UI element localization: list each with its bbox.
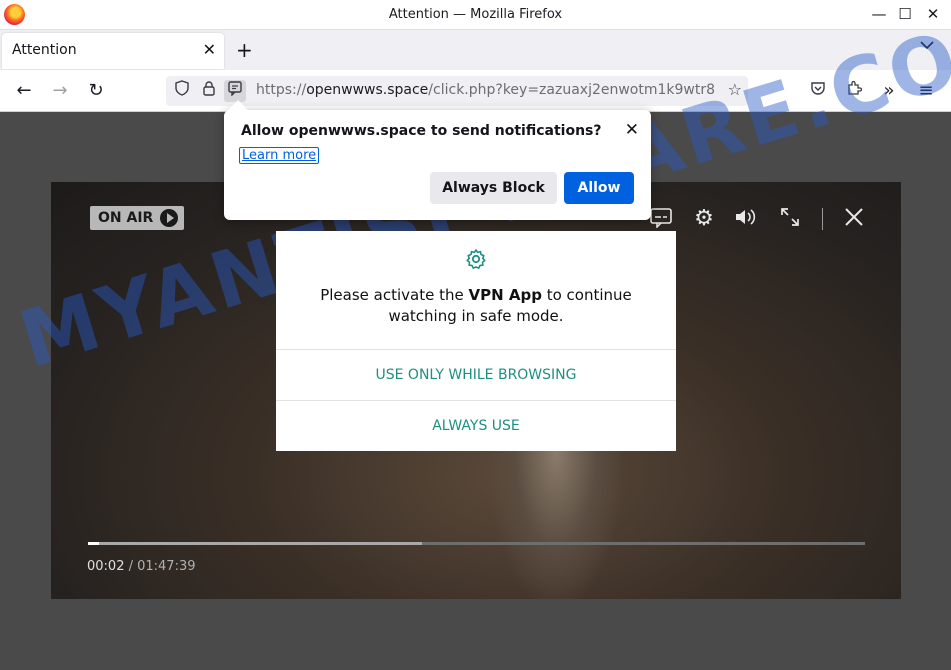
volume-icon[interactable] xyxy=(731,206,761,234)
close-video-icon[interactable] xyxy=(839,206,869,234)
notification-permission-icon[interactable] xyxy=(224,80,246,102)
modal-message-part1: Please activate the xyxy=(320,286,469,304)
modal-message-bold: VPN App xyxy=(468,286,542,304)
lock-icon[interactable] xyxy=(198,80,220,102)
new-tab-button[interactable]: + xyxy=(236,38,253,62)
bookmark-star-icon[interactable]: ☆ xyxy=(728,80,742,99)
url-host: openwwws.space xyxy=(306,82,429,98)
gear-icon xyxy=(464,247,488,271)
settings-gear-icon[interactable]: ⚙ xyxy=(689,206,719,231)
vpn-app-modal: Please activate the VPN App to continue … xyxy=(276,231,676,451)
url-prefix: https:// xyxy=(256,82,307,98)
total-time: / 01:47:39 xyxy=(124,559,196,574)
close-window-button[interactable]: ✕ xyxy=(920,2,946,26)
modal-divider xyxy=(276,349,676,350)
window-title: Attention — Mozilla Firefox xyxy=(388,7,563,22)
tab-list-chevron-icon[interactable] xyxy=(920,38,934,54)
notification-prompt-title: Allow openwwws.space to send notificatio… xyxy=(241,123,602,139)
extensions-icon[interactable] xyxy=(842,79,866,103)
maximize-button[interactable]: ☐ xyxy=(892,2,918,26)
use-only-while-browsing-button[interactable]: USE ONLY WHILE BROWSING xyxy=(276,367,676,383)
forward-button[interactable]: → xyxy=(48,79,72,103)
close-icon[interactable]: ✕ xyxy=(625,120,639,140)
url-text[interactable]: https://openwwws.space/click.php?key=zaz… xyxy=(256,82,716,98)
tab-attention[interactable]: Attention ✕ xyxy=(2,33,224,69)
on-air-badge: ON AIR xyxy=(90,206,184,230)
time-display: 00:02 / 01:47:39 xyxy=(87,559,196,574)
url-path: /click.php?key=zazuaxj2enwotm1k9wtr8 xyxy=(428,82,716,98)
progress-played xyxy=(88,542,99,545)
tab-strip: Attention ✕ xyxy=(0,30,951,70)
navigation-toolbar: ← → ↻ https://openwwws.space/click.php?k… xyxy=(0,70,951,112)
overflow-icon[interactable]: » xyxy=(877,79,901,103)
video-progress-bar[interactable] xyxy=(88,542,865,545)
controls-separator xyxy=(822,208,823,230)
progress-buffered xyxy=(88,542,423,545)
window-titlebar: Attention — Mozilla Firefox — ☐ ✕ xyxy=(0,0,951,30)
always-use-button[interactable]: ALWAYS USE xyxy=(276,418,676,434)
fullscreen-icon[interactable] xyxy=(775,206,805,234)
menu-icon[interactable]: ≡ xyxy=(914,79,938,103)
shield-icon[interactable] xyxy=(171,80,193,102)
learn-more-link[interactable]: Learn more xyxy=(239,147,320,164)
current-time: 00:02 xyxy=(87,559,125,574)
address-bar[interactable]: https://openwwws.space/click.php?key=zaz… xyxy=(166,76,748,106)
play-circle-icon xyxy=(160,209,178,227)
allow-button[interactable]: Allow xyxy=(564,172,634,204)
modal-divider xyxy=(276,400,676,401)
tab-label: Attention xyxy=(12,42,77,58)
minimize-button[interactable]: — xyxy=(866,2,892,26)
pocket-icon[interactable] xyxy=(806,79,830,103)
modal-message: Please activate the VPN App to continue … xyxy=(296,285,656,327)
back-button[interactable]: ← xyxy=(12,79,36,103)
reload-button[interactable]: ↻ xyxy=(84,79,108,103)
on-air-label: ON AIR xyxy=(98,210,154,226)
notification-permission-popup: Allow openwwws.space to send notificatio… xyxy=(224,100,651,220)
always-block-button[interactable]: Always Block xyxy=(430,172,557,204)
tab-close-icon[interactable]: ✕ xyxy=(203,40,216,59)
